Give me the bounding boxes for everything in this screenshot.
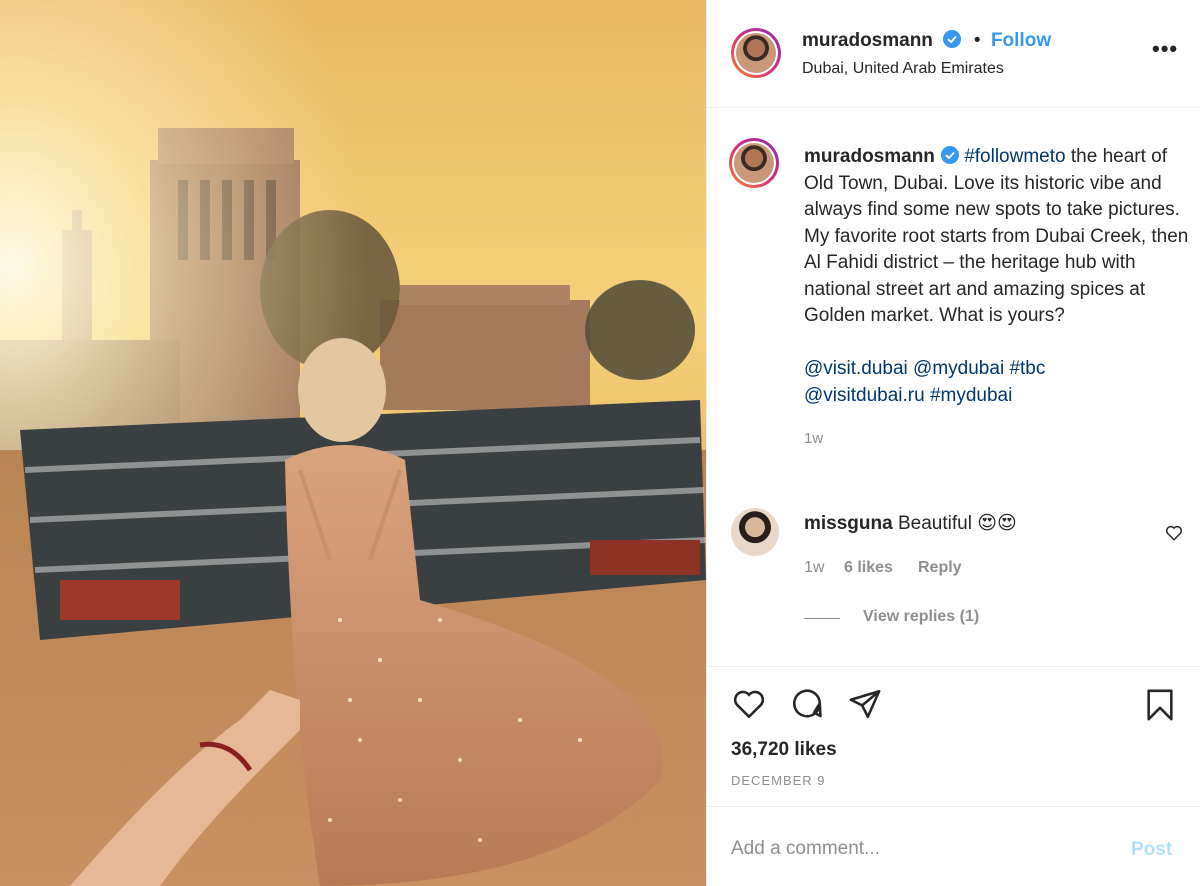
post-header: muradosmann • Follow Dubai, United Arab … [707, 0, 1200, 108]
add-comment-bar: Post [707, 806, 1200, 886]
likes-count[interactable]: 36,720 likes [731, 739, 837, 761]
separator-dot: • [973, 30, 981, 51]
speech-bubble-icon[interactable] [789, 687, 825, 726]
comment-username[interactable]: missguna [804, 513, 893, 534]
author-username[interactable]: muradosmann [802, 30, 933, 51]
caption-text: the heart of Old Town, Dubai. Love its h… [804, 146, 1189, 326]
follow-button[interactable]: Follow [991, 30, 1051, 51]
comment-timestamp[interactable]: 1w [804, 559, 824, 577]
dubai-old-town-photo [0, 0, 706, 886]
post-date[interactable]: DECEMBER 9 [731, 773, 826, 788]
heart-icon[interactable] [731, 687, 767, 726]
comment-likes[interactable]: 6 likes [844, 559, 893, 577]
verified-badge-icon [943, 30, 962, 48]
caption-hashtag[interactable]: #followmeto [964, 146, 1065, 167]
comment: missguna Beautiful 😍😍 [804, 512, 1017, 535]
commenter-avatar[interactable] [731, 508, 779, 556]
caption-username[interactable]: muradosmann [804, 146, 935, 167]
author-avatar[interactable] [731, 28, 781, 78]
comment-input[interactable] [729, 831, 1113, 867]
post-comment-button[interactable]: Post [1131, 839, 1172, 861]
more-options-icon[interactable]: ••• [1152, 36, 1178, 62]
comment-reply-button[interactable]: Reply [918, 559, 962, 577]
paper-plane-icon[interactable] [847, 687, 883, 726]
caption-tags-line-1[interactable]: @visit.dubai @mydubai #tbc [804, 358, 1045, 379]
caption-avatar[interactable] [729, 138, 779, 188]
post-photo[interactable] [0, 0, 706, 886]
post-caption: muradosmann #followmeto the heart of Old… [804, 144, 1189, 453]
post-actions: 36,720 likes DECEMBER 9 [707, 666, 1200, 806]
view-replies-divider [804, 618, 840, 619]
bookmark-icon[interactable] [1143, 687, 1177, 728]
comment-like-heart-icon[interactable] [1165, 524, 1183, 547]
view-replies-button[interactable]: View replies (1) [863, 608, 979, 626]
caption-tags-line-2[interactable]: @visitdubai.ru #mydubai [804, 385, 1012, 406]
post-side-panel: muradosmann • Follow Dubai, United Arab … [706, 0, 1200, 886]
comment-text: Beautiful 😍😍 [897, 513, 1017, 534]
caption-timestamp[interactable]: 1w [804, 430, 823, 447]
verified-badge-icon [940, 146, 959, 164]
post-location[interactable]: Dubai, United Arab Emirates [802, 60, 1004, 78]
